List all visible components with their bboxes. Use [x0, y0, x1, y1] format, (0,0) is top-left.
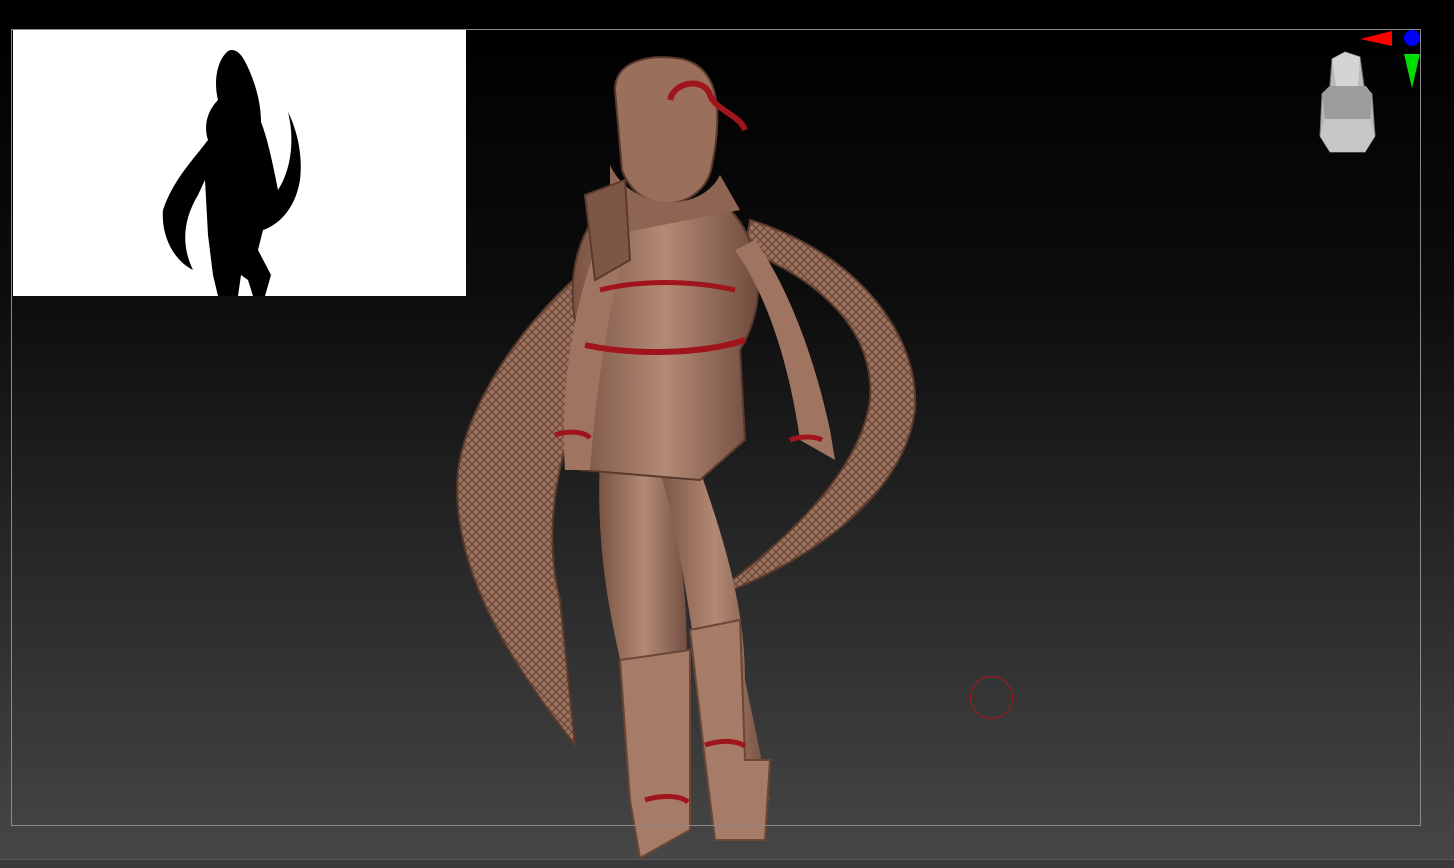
y-axis-arrow-icon[interactable]: [1404, 54, 1420, 88]
x-axis-arrow-icon[interactable]: [1360, 31, 1392, 46]
bottom-shelf: [0, 859, 1454, 868]
silhouette-preview: [13, 30, 466, 296]
navigation-gizmo[interactable]: [1300, 24, 1430, 164]
zbrush-viewport[interactable]: [0, 0, 1454, 868]
brush-cursor-ring: [970, 676, 1013, 719]
z-axis-dot-icon[interactable]: [1404, 30, 1420, 46]
head-orientation-icon[interactable]: [1319, 51, 1376, 153]
silhouette-figure: [162, 50, 301, 296]
